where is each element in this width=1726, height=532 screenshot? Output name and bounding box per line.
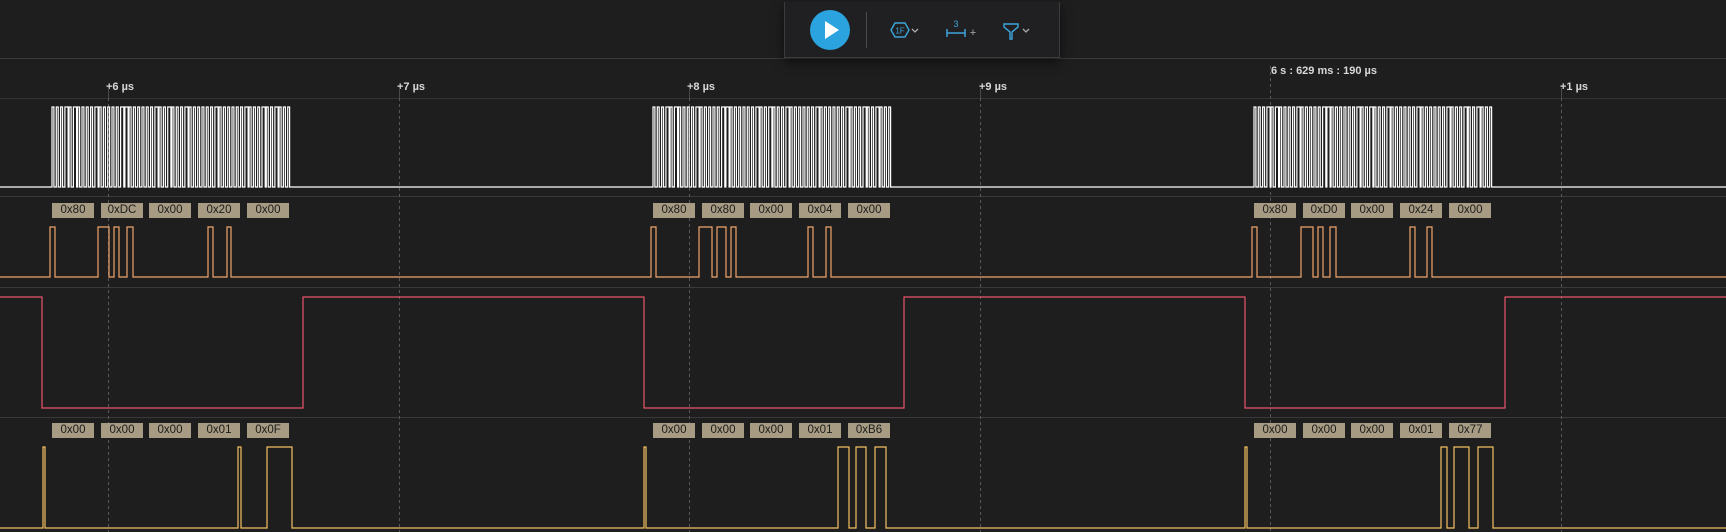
clock-waveform xyxy=(0,106,1726,188)
decode-label[interactable]: 0x00 xyxy=(1254,423,1296,438)
decode-label[interactable]: 0x00 xyxy=(1351,423,1393,438)
decode-label[interactable]: 0x00 xyxy=(101,423,143,438)
decode-label[interactable]: 0x00 xyxy=(247,203,289,218)
decode-label[interactable]: 0x00 xyxy=(1303,423,1345,438)
decode-label[interactable]: 0x00 xyxy=(1351,203,1393,218)
decode-label[interactable]: 0xDC xyxy=(101,203,143,218)
decode-label[interactable]: 0x77 xyxy=(1449,423,1491,438)
decode-label[interactable]: 0x00 xyxy=(653,423,695,438)
decode-label[interactable]: 0x80 xyxy=(1254,203,1296,218)
decode-label[interactable]: 0x20 xyxy=(198,203,240,218)
decode-label[interactable]: 0x00 xyxy=(149,203,191,218)
decode-label[interactable]: 0xB6 xyxy=(848,423,890,438)
decode-label[interactable]: 0x00 xyxy=(149,423,191,438)
decode-label[interactable]: 0x80 xyxy=(52,203,94,218)
decode-label[interactable]: 0x00 xyxy=(52,423,94,438)
decode-label[interactable]: 0x01 xyxy=(198,423,240,438)
waveform-area[interactable] xyxy=(0,0,1726,532)
decode-label[interactable]: 0x00 xyxy=(750,203,792,218)
decode-label[interactable]: 0x00 xyxy=(702,423,744,438)
data-1-waveform xyxy=(0,446,1726,529)
data-0-waveform xyxy=(0,226,1726,278)
decode-label[interactable]: 0x24 xyxy=(1400,203,1442,218)
decode-label[interactable]: 0xD0 xyxy=(1303,203,1345,218)
decode-label[interactable]: 0x00 xyxy=(848,203,890,218)
decode-label[interactable]: 0x80 xyxy=(653,203,695,218)
decode-label[interactable]: 0x80 xyxy=(702,203,744,218)
enable-waveform xyxy=(0,296,1726,409)
decode-label[interactable]: 0x04 xyxy=(799,203,841,218)
decode-label[interactable]: 0x00 xyxy=(750,423,792,438)
decode-label[interactable]: 0x0F xyxy=(247,423,289,438)
decode-label[interactable]: 0x01 xyxy=(799,423,841,438)
decode-label[interactable]: 0x01 xyxy=(1400,423,1442,438)
decode-label[interactable]: 0x00 xyxy=(1449,203,1491,218)
